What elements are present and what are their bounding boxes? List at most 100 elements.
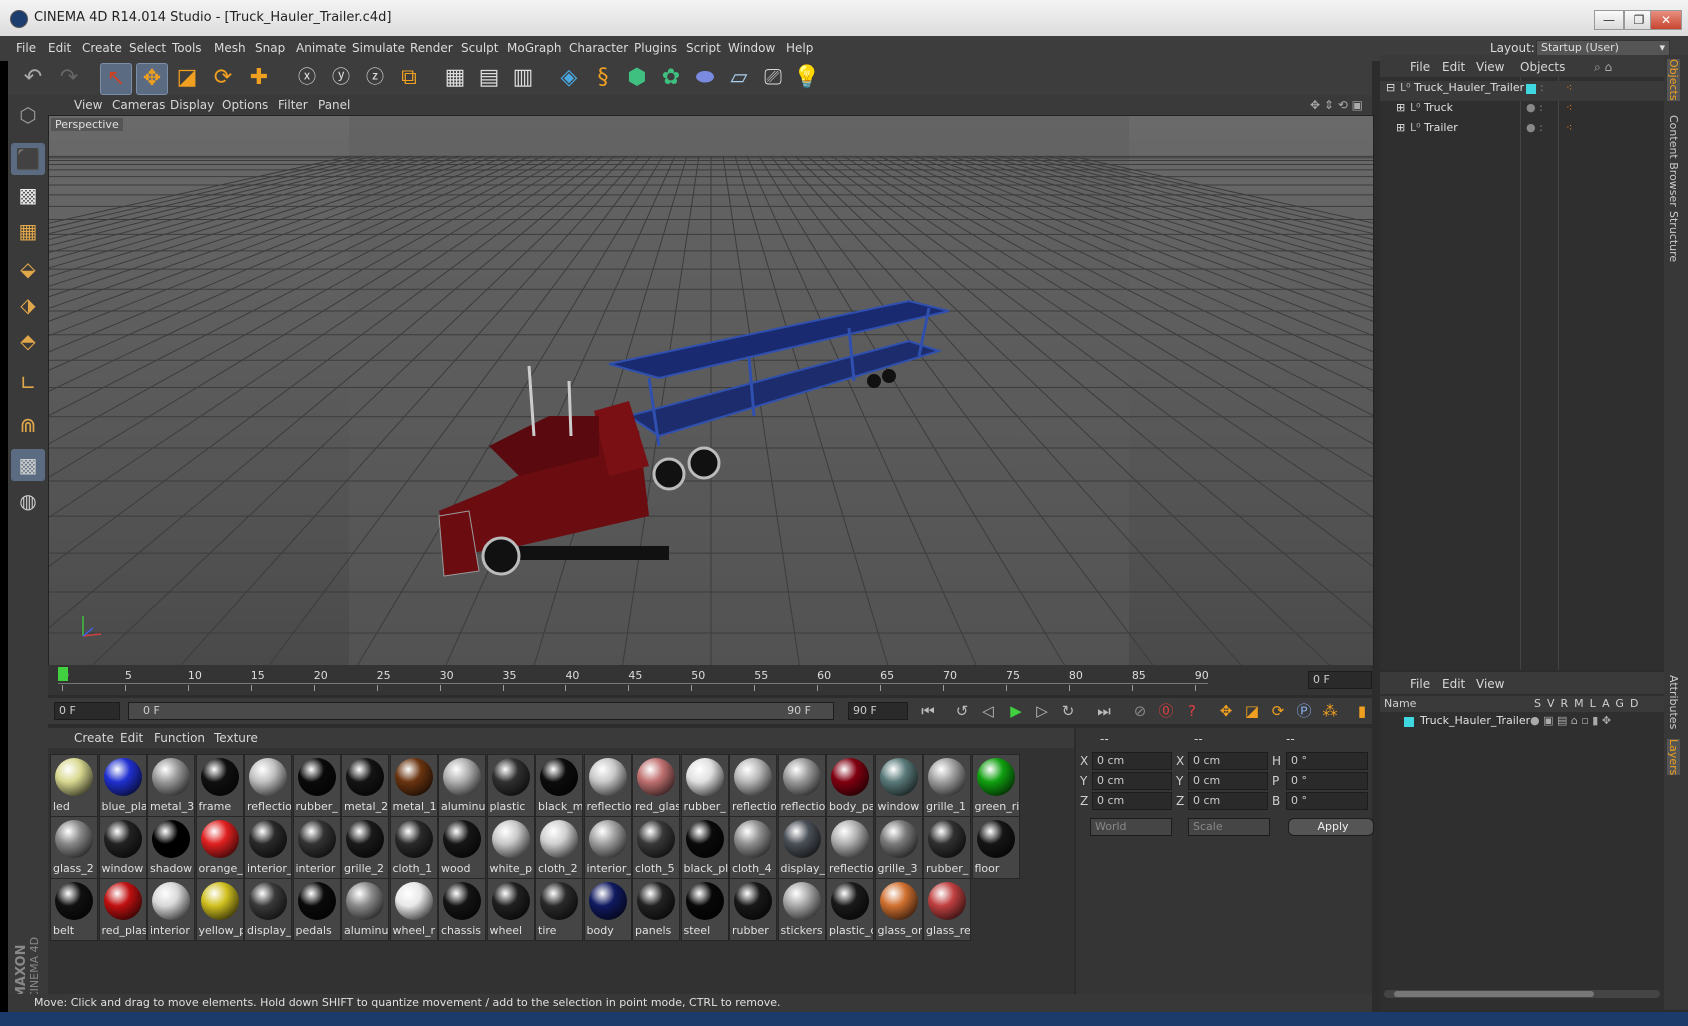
menu-create[interactable]: Create — [82, 41, 122, 55]
go-to-start-icon[interactable]: ⏮ — [916, 700, 940, 722]
material-tile[interactable]: frame — [195, 754, 244, 817]
timeline-ruler[interactable]: 051015202530354045505560657075808590 0 F — [48, 665, 1372, 695]
layer-color-tag[interactable] — [1526, 84, 1536, 94]
timeline-window-icon[interactable]: ▮ — [1350, 700, 1374, 722]
material-tile[interactable]: reflectio — [583, 754, 632, 817]
rotation-b-field[interactable]: 0 ° — [1286, 792, 1368, 810]
nurbs-icon[interactable]: ⬢ — [622, 63, 652, 93]
start-frame-field[interactable]: 0 F — [54, 702, 120, 720]
menu-mograph[interactable]: MoGraph — [507, 41, 562, 55]
autokey-icon[interactable]: ⓪ — [1154, 700, 1178, 722]
material-tile[interactable]: panels — [632, 878, 680, 941]
material-tile[interactable]: wheel — [486, 878, 535, 941]
material-tile[interactable]: black_pl — [680, 816, 729, 879]
redo-icon[interactable]: ↷ — [54, 63, 84, 93]
object-row[interactable]: ⊟ L⁰ Truck_Hauler_Trailer : ⁖ — [1380, 81, 1664, 101]
material-tile[interactable]: aluminu — [438, 754, 486, 817]
vp-menu-view[interactable]: View — [74, 98, 102, 112]
rotate-icon[interactable]: ⟳ — [208, 63, 238, 93]
material-tile[interactable]: white_p — [486, 816, 535, 879]
material-tile[interactable]: steel — [680, 878, 729, 941]
material-tile[interactable]: stickers — [777, 878, 826, 941]
material-tile[interactable]: chassis — [438, 878, 486, 941]
menu-file[interactable]: File — [16, 41, 36, 55]
size-x-field[interactable]: 0 cm — [1188, 752, 1268, 770]
rotation-h-field[interactable]: 0 ° — [1286, 752, 1368, 770]
polygons-mode-icon[interactable]: ⬘ — [11, 325, 45, 357]
material-tile[interactable]: wood — [438, 816, 486, 879]
material-tile[interactable]: grille_3 — [874, 816, 923, 879]
material-tile[interactable]: plastic_c — [826, 878, 874, 941]
collapse-icon[interactable]: ⊟ — [1386, 81, 1395, 94]
y-axis-icon[interactable]: ⓨ — [326, 63, 356, 93]
range-slider[interactable]: 0 F 90 F — [128, 702, 834, 720]
size-mode-select[interactable]: Scale — [1188, 818, 1270, 836]
vp-menu-filter[interactable]: Filter — [278, 98, 308, 112]
material-tile[interactable]: glass_2 — [50, 816, 98, 879]
x-axis-icon[interactable]: ⓧ — [292, 63, 322, 93]
material-tile[interactable]: reflectio — [729, 754, 777, 817]
object-row[interactable]: ⊞ L⁰ Trailer ● : ⁖ — [1380, 121, 1664, 141]
layer-menu-edit[interactable]: Edit — [1442, 677, 1465, 691]
material-tile[interactable]: metal_2 — [341, 754, 389, 817]
cube-icon[interactable]: ◈ — [554, 63, 584, 93]
material-tile[interactable]: yellow_p — [195, 878, 244, 941]
magnet-icon[interactable]: ⋒ — [11, 409, 45, 441]
edges-mode-icon[interactable]: ⬗ — [11, 289, 45, 321]
material-tile[interactable]: interior_ — [583, 816, 632, 879]
material-tile[interactable]: green_ri — [971, 754, 1020, 817]
next-frame-icon[interactable]: ▷ — [1030, 700, 1054, 722]
visibility-dots[interactable]: : — [1540, 81, 1544, 94]
current-frame-field[interactable]: 0 F — [1308, 671, 1372, 689]
rotation-p-field[interactable]: 0 ° — [1286, 772, 1368, 790]
points-mode-icon[interactable]: ⬙ — [11, 253, 45, 285]
next-key-icon[interactable]: ↻ — [1056, 700, 1080, 722]
material-tile[interactable]: floor — [971, 816, 1020, 879]
menu-sculpt[interactable]: Sculpt — [461, 41, 498, 55]
key-scale-icon[interactable]: ◪ — [1240, 700, 1264, 722]
size-y-field[interactable]: 0 cm — [1188, 772, 1268, 790]
minimize-button[interactable]: — — [1594, 10, 1624, 30]
menu-snap[interactable]: Snap — [255, 41, 285, 55]
mat-menu-function[interactable]: Function — [154, 731, 205, 745]
layer-menu-file[interactable]: File — [1410, 677, 1430, 691]
material-tile[interactable]: reflectio — [826, 816, 874, 879]
material-tile[interactable]: wheel_r — [389, 878, 438, 941]
material-tile[interactable]: tire — [535, 878, 583, 941]
mat-menu-create[interactable]: Create — [74, 731, 114, 745]
render-settings-icon[interactable]: ▥ — [508, 63, 538, 93]
model-mode-icon[interactable]: ⬛ — [11, 143, 45, 175]
record-keys-icon[interactable]: ⊘ — [1128, 700, 1152, 722]
menu-render[interactable]: Render — [410, 41, 453, 55]
array-icon[interactable]: ✿ — [656, 63, 686, 93]
menu-window[interactable]: Window — [728, 41, 775, 55]
floor-icon[interactable]: ▱ — [724, 63, 754, 93]
texture-mode-icon[interactable]: ▩ — [11, 179, 45, 211]
menu-select[interactable]: Select — [129, 41, 166, 55]
material-tile[interactable]: rubber — [729, 878, 777, 941]
material-tile[interactable]: cloth_1 — [389, 816, 438, 879]
menu-tools[interactable]: Tools — [172, 41, 202, 55]
material-tile[interactable]: red_plas — [98, 878, 147, 941]
object-row[interactable]: ⊞ L⁰ Truck ● : ⁖ — [1380, 101, 1664, 121]
material-tile[interactable]: red_glas — [632, 754, 680, 817]
position-x-field[interactable]: 0 cm — [1092, 752, 1172, 770]
material-tile[interactable]: window — [874, 754, 923, 817]
workplane-icon[interactable]: ▦ — [11, 215, 45, 247]
material-tile[interactable]: interior — [147, 878, 195, 941]
material-tile[interactable]: interior_ — [244, 816, 292, 879]
layer-toggle-icons[interactable]: ● ▣ ▤ ⌂ ▫ ▮ ✥ — [1530, 714, 1611, 727]
material-tile[interactable]: rubber_ — [923, 816, 971, 879]
material-tile[interactable]: grille_1 — [923, 754, 971, 817]
visibility-dots[interactable]: ● : — [1526, 101, 1543, 114]
expand-icon[interactable]: ⊞ — [1396, 121, 1405, 134]
material-tile[interactable]: grille_2 — [341, 816, 389, 879]
material-tile[interactable]: aluminu — [341, 878, 389, 941]
material-tile[interactable]: plastic — [486, 754, 535, 817]
layer-color-swatch[interactable] — [1404, 717, 1414, 727]
previous-key-icon[interactable]: ↺ — [950, 700, 974, 722]
material-tile[interactable]: pedals — [292, 878, 341, 941]
z-axis-icon[interactable]: ⓩ — [360, 63, 390, 93]
menu-help[interactable]: Help — [786, 41, 813, 55]
workplane-lock-icon[interactable]: ▩ — [11, 449, 45, 481]
